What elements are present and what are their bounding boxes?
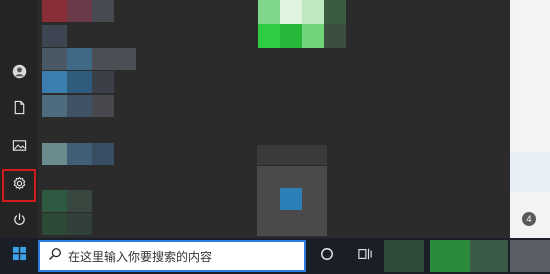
app-tile[interactable] [280, 24, 302, 48]
app-tile[interactable] [67, 48, 92, 70]
start-button[interactable] [0, 238, 38, 274]
user-account-button[interactable] [0, 57, 38, 91]
app-tile[interactable] [42, 48, 67, 70]
cortana-button[interactable] [309, 238, 345, 274]
app-tile[interactable] [42, 0, 67, 22]
app-tile[interactable] [280, 0, 302, 24]
app-tile[interactable] [42, 25, 67, 47]
app-tile[interactable] [67, 143, 92, 165]
app-tile[interactable] [42, 95, 67, 117]
app-tile[interactable] [258, 24, 280, 48]
documents-button[interactable] [0, 93, 38, 127]
app-tile[interactable] [67, 95, 92, 117]
gear-icon [12, 176, 27, 196]
start-menu-rail [0, 0, 38, 238]
app-tile[interactable] [67, 71, 92, 93]
search-box[interactable]: 在这里输入你要搜索的内容 [38, 240, 306, 272]
app-tile[interactable] [92, 0, 114, 22]
user-icon [12, 64, 27, 84]
document-icon [12, 100, 27, 120]
taskbar-app[interactable] [510, 240, 550, 272]
app-tile[interactable] [42, 71, 67, 93]
pictures-button[interactable] [0, 131, 38, 165]
search-placeholder: 在这里输入你要搜索的内容 [68, 249, 213, 264]
app-tile[interactable] [42, 190, 67, 212]
app-tile[interactable] [324, 0, 346, 24]
settings-button[interactable] [0, 167, 38, 204]
app-tile[interactable] [92, 95, 114, 117]
power-icon [12, 212, 27, 232]
app-tile[interactable] [324, 24, 346, 48]
app-tile[interactable] [67, 213, 92, 235]
app-tile[interactable] [92, 48, 136, 70]
circle-icon [320, 247, 334, 266]
power-button[interactable] [0, 205, 38, 239]
taskbar-app[interactable] [470, 240, 508, 272]
search-icon [48, 247, 62, 266]
app-tile[interactable] [92, 143, 114, 165]
start-menu [0, 0, 510, 238]
app-tile[interactable] [42, 143, 67, 165]
app-tile[interactable] [302, 24, 324, 48]
app-tile-icon [280, 188, 302, 210]
task-view-icon [357, 247, 373, 266]
app-tile[interactable] [42, 213, 67, 235]
background-window-badge: 4 [522, 212, 536, 226]
app-tile[interactable] [67, 190, 92, 212]
background-window: 4 [510, 0, 550, 238]
task-view-button[interactable] [347, 238, 383, 274]
app-tile[interactable] [257, 145, 327, 165]
windows-logo-icon [12, 246, 27, 266]
taskbar-app[interactable] [430, 240, 470, 272]
app-tile[interactable] [67, 0, 92, 22]
taskbar: 在这里输入你要搜索的内容 [0, 238, 550, 274]
app-tile[interactable] [302, 0, 324, 24]
picture-icon [12, 138, 27, 158]
app-tile[interactable] [258, 0, 280, 24]
app-tile[interactable] [92, 71, 114, 93]
taskbar-app[interactable] [384, 240, 424, 272]
background-window-panel [510, 152, 550, 192]
